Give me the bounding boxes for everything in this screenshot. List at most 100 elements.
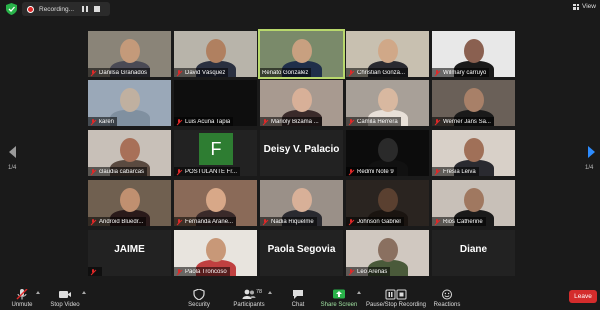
meeting-toolbar: Unmute Stop Video Security Participants …: [0, 284, 600, 310]
participant-tile[interactable]: Paola Segovia: [260, 230, 343, 276]
participant-name: David Vásquez: [185, 69, 226, 76]
participant-face: [378, 39, 398, 63]
participant-name-tag: Android Bluedr...: [88, 217, 147, 226]
view-label: View: [582, 3, 596, 10]
participant-name-tag: Nadia Riquelme: [260, 217, 317, 226]
share-screen-caret-icon[interactable]: [357, 291, 361, 294]
next-page-arrow-icon[interactable]: [588, 146, 595, 158]
participant-face: [378, 238, 398, 262]
participant-tile[interactable]: Christian Gonzá...: [346, 31, 429, 77]
muted-microphone-icon: [434, 118, 440, 125]
participant-name: Marioly Bizama ...: [271, 118, 319, 125]
security-label: Security: [188, 302, 210, 308]
recording-indicator[interactable]: Recording...: [22, 2, 110, 16]
participant-tile[interactable]: Renato Gonzalez: [258, 29, 345, 79]
participant-name-tag: karen: [88, 117, 118, 126]
participant-tile[interactable]: Fernanda Arane...: [174, 180, 257, 226]
smiley-face-icon: [442, 289, 452, 300]
participant-name-tag: Johnson Gabriel: [346, 217, 404, 226]
participant-tile[interactable]: Fresia Leiva: [432, 130, 515, 176]
participant-name-tag: Redmi Note 9: [346, 167, 397, 176]
page-indicator-left: 1/4: [8, 165, 17, 171]
security-button[interactable]: Security: [186, 284, 212, 310]
participant-name-tag: Renato Gonzalez: [260, 68, 312, 77]
muted-microphone-icon: [90, 268, 96, 275]
participant-tile[interactable]: karen: [88, 80, 171, 126]
stop-video-button[interactable]: Stop Video: [48, 284, 82, 310]
participant-tile[interactable]: Nadia Riquelme: [260, 180, 343, 226]
microphone-muted-icon: [16, 289, 28, 300]
participant-name-tag: Danilsa Granados: [88, 68, 151, 77]
participant-name: Nadia Riquelme: [271, 218, 314, 225]
participant-tile[interactable]: Android Bluedr...: [88, 180, 171, 226]
unmute-button[interactable]: Unmute: [8, 284, 36, 310]
muted-microphone-icon: [348, 118, 354, 125]
recording-dot-icon: [27, 5, 34, 13]
participant-tile[interactable]: Rios Catherine: [432, 180, 515, 226]
video-options-caret-icon[interactable]: [82, 291, 86, 294]
participant-face: [464, 39, 484, 63]
participants-count: 78: [256, 289, 263, 295]
participant-tile[interactable]: Deisy V. Palacio: [260, 130, 343, 176]
top-bar: Recording... View: [0, 0, 600, 18]
participant-display-name: Deisy V. Palacio: [263, 144, 340, 155]
shield-check-icon[interactable]: [6, 3, 17, 15]
participant-name-tag: Marioly Bizama ...: [260, 117, 322, 126]
participant-name: Camila Herrera: [357, 118, 398, 125]
participant-name: karen: [99, 118, 115, 125]
previous-page-arrow-icon[interactable]: [9, 146, 16, 158]
participant-tile[interactable]: claudia cabarcas: [88, 130, 171, 176]
unmute-label: Unmute: [11, 302, 33, 308]
grid-view-icon: [573, 3, 580, 10]
participant-display-name: Paola Segovia: [267, 244, 336, 255]
participant-face: [292, 39, 312, 63]
muted-microphone-icon: [90, 168, 96, 175]
participants-button[interactable]: Participants: [232, 284, 266, 310]
participant-face: [120, 188, 140, 212]
recording-label: Recording...: [39, 5, 75, 13]
muted-microphone-icon: [348, 168, 354, 175]
participant-face: [206, 188, 226, 212]
participant-tile[interactable]: Johnson Gabriel: [346, 180, 429, 226]
participant-tile[interactable]: Danilsa Granados: [88, 31, 171, 77]
stop-video-label: Stop Video: [50, 302, 80, 308]
participant-tile[interactable]: Diane: [432, 230, 515, 276]
participant-name: POSTULANTE Fr...: [185, 168, 238, 175]
participants-caret-icon[interactable]: [268, 291, 272, 294]
stop-recording-icon[interactable]: [94, 6, 101, 12]
participant-tile[interactable]: F POSTULANTE Fr...: [174, 130, 257, 176]
participant-tile[interactable]: Leo Arenas: [346, 230, 429, 276]
participant-tile[interactable]: Wilmary carruyo: [432, 31, 515, 77]
pause-recording-icon[interactable]: [82, 6, 89, 12]
participant-name-tag: Christian Gonzá...: [346, 68, 409, 77]
share-screen-button[interactable]: Share Screen: [320, 284, 358, 310]
participant-tile[interactable]: Redmi Note 9: [346, 130, 429, 176]
video-camera-icon: [59, 291, 71, 298]
participants-label: Participants: [233, 302, 265, 308]
share-screen-label: Share Screen: [320, 302, 358, 308]
reactions-button[interactable]: Reactions: [432, 284, 462, 310]
participants-icon: [242, 289, 256, 299]
chat-label: Chat: [291, 302, 305, 308]
participant-tile[interactable]: JAIME: [88, 230, 171, 276]
participant-tile[interactable]: Werner Jans Sa...: [432, 80, 515, 126]
muted-microphone-icon: [90, 69, 96, 76]
participant-face: [378, 188, 398, 212]
participant-tile[interactable]: Paola Troncoso: [174, 230, 257, 276]
pause-stop-recording-button[interactable]: Pause/Stop Recording: [366, 284, 426, 310]
participant-display-name: JAIME: [114, 244, 145, 255]
chat-button[interactable]: Chat: [290, 284, 306, 310]
participant-name-tag: Fernanda Arane...: [174, 217, 237, 226]
participant-name: Danilsa Granados: [99, 69, 148, 76]
participant-tile[interactable]: Camila Herrera: [346, 80, 429, 126]
participant-name: Leo Arenas: [357, 268, 388, 275]
participant-name: Johnson Gabriel: [357, 218, 401, 225]
participant-name: Christian Gonzá...: [357, 69, 406, 76]
participant-tile[interactable]: Luis Acuña Tapia: [174, 80, 257, 126]
participant-face: [120, 39, 140, 63]
participant-tile[interactable]: Marioly Bizama ...: [260, 80, 343, 126]
participant-tile[interactable]: David Vásquez: [174, 31, 257, 77]
view-button[interactable]: View: [573, 3, 596, 10]
audio-options-caret-icon[interactable]: [36, 291, 40, 294]
leave-button[interactable]: Leave: [569, 290, 597, 303]
